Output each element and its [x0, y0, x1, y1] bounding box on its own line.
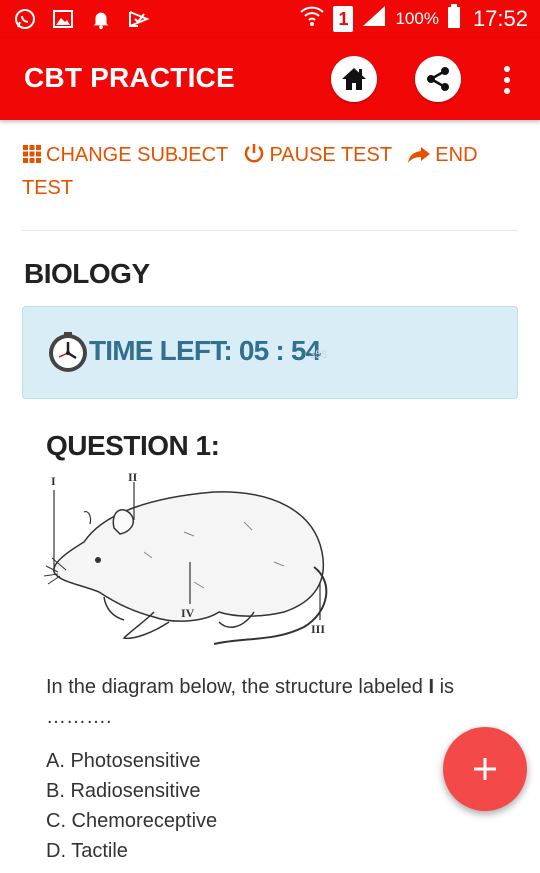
- gallery-icon: [50, 6, 76, 32]
- task-check-icon: [126, 6, 152, 32]
- time-left: TIME LEFT: 05 : 54: [89, 335, 321, 366]
- dot: [504, 77, 510, 83]
- option-a[interactable]: A. Photosensitive: [46, 746, 217, 776]
- rat-diagram: I II IV III: [43, 470, 336, 656]
- grid-icon: [22, 143, 42, 173]
- battery-percent: 100%: [395, 9, 439, 28]
- timer-panel: TIME LEFT: 05 : 54 355: [22, 306, 518, 399]
- time-left-seconds: 355: [309, 349, 328, 361]
- app-title: CBT PRACTICE: [24, 62, 235, 93]
- add-fab-button[interactable]: [443, 727, 527, 811]
- diagram-label-i: I: [51, 474, 56, 488]
- sim-indicator: 1: [333, 6, 354, 32]
- clock-time: 17:52: [472, 6, 528, 31]
- diagram-label-ii: II: [128, 470, 138, 484]
- question-title: QUESTION 1:: [46, 430, 220, 461]
- overflow-menu-button[interactable]: [494, 60, 520, 100]
- question-text: In the diagram below, the structure labe…: [46, 676, 455, 728]
- plus-icon: [474, 758, 496, 780]
- subject-heading: BIOLOGY: [24, 258, 150, 289]
- power-icon: [243, 142, 265, 173]
- status-bar: 1 100% 17:52: [0, 0, 540, 38]
- home-icon: [342, 68, 366, 90]
- option-c[interactable]: C. Chemoreceptive: [46, 806, 217, 836]
- diagram-label-iv: IV: [181, 606, 195, 620]
- share-button[interactable]: [415, 56, 461, 102]
- app-bar: CBT PRACTICE: [0, 38, 540, 120]
- home-button[interactable]: [331, 56, 377, 102]
- pause-test-label: PAUSE TEST: [269, 144, 392, 166]
- diagram-label-iii: III: [311, 622, 326, 636]
- signal-icon: [361, 4, 387, 34]
- option-d[interactable]: D. Tactile: [46, 836, 217, 866]
- whatsapp-icon: [12, 6, 38, 32]
- test-actions: CHANGE SUBJECT PAUSE TEST END TEST: [22, 140, 522, 203]
- notification-bell-icon: [88, 6, 114, 32]
- battery-icon: [447, 4, 461, 34]
- divider: [22, 230, 518, 231]
- clock-icon: [47, 331, 89, 373]
- dot: [504, 66, 510, 72]
- pause-test-link[interactable]: PAUSE TEST: [243, 144, 397, 166]
- change-subject-link[interactable]: CHANGE SUBJECT: [22, 144, 233, 166]
- change-subject-label: CHANGE SUBJECT: [46, 144, 228, 166]
- wifi-icon: [299, 4, 325, 34]
- answer-options: A. Photosensitive B. Radiosensitive C. C…: [46, 746, 217, 866]
- option-b[interactable]: B. Radiosensitive: [46, 776, 217, 806]
- share-icon: [427, 67, 449, 91]
- forward-arrow-icon: [407, 143, 431, 173]
- dot: [504, 88, 510, 94]
